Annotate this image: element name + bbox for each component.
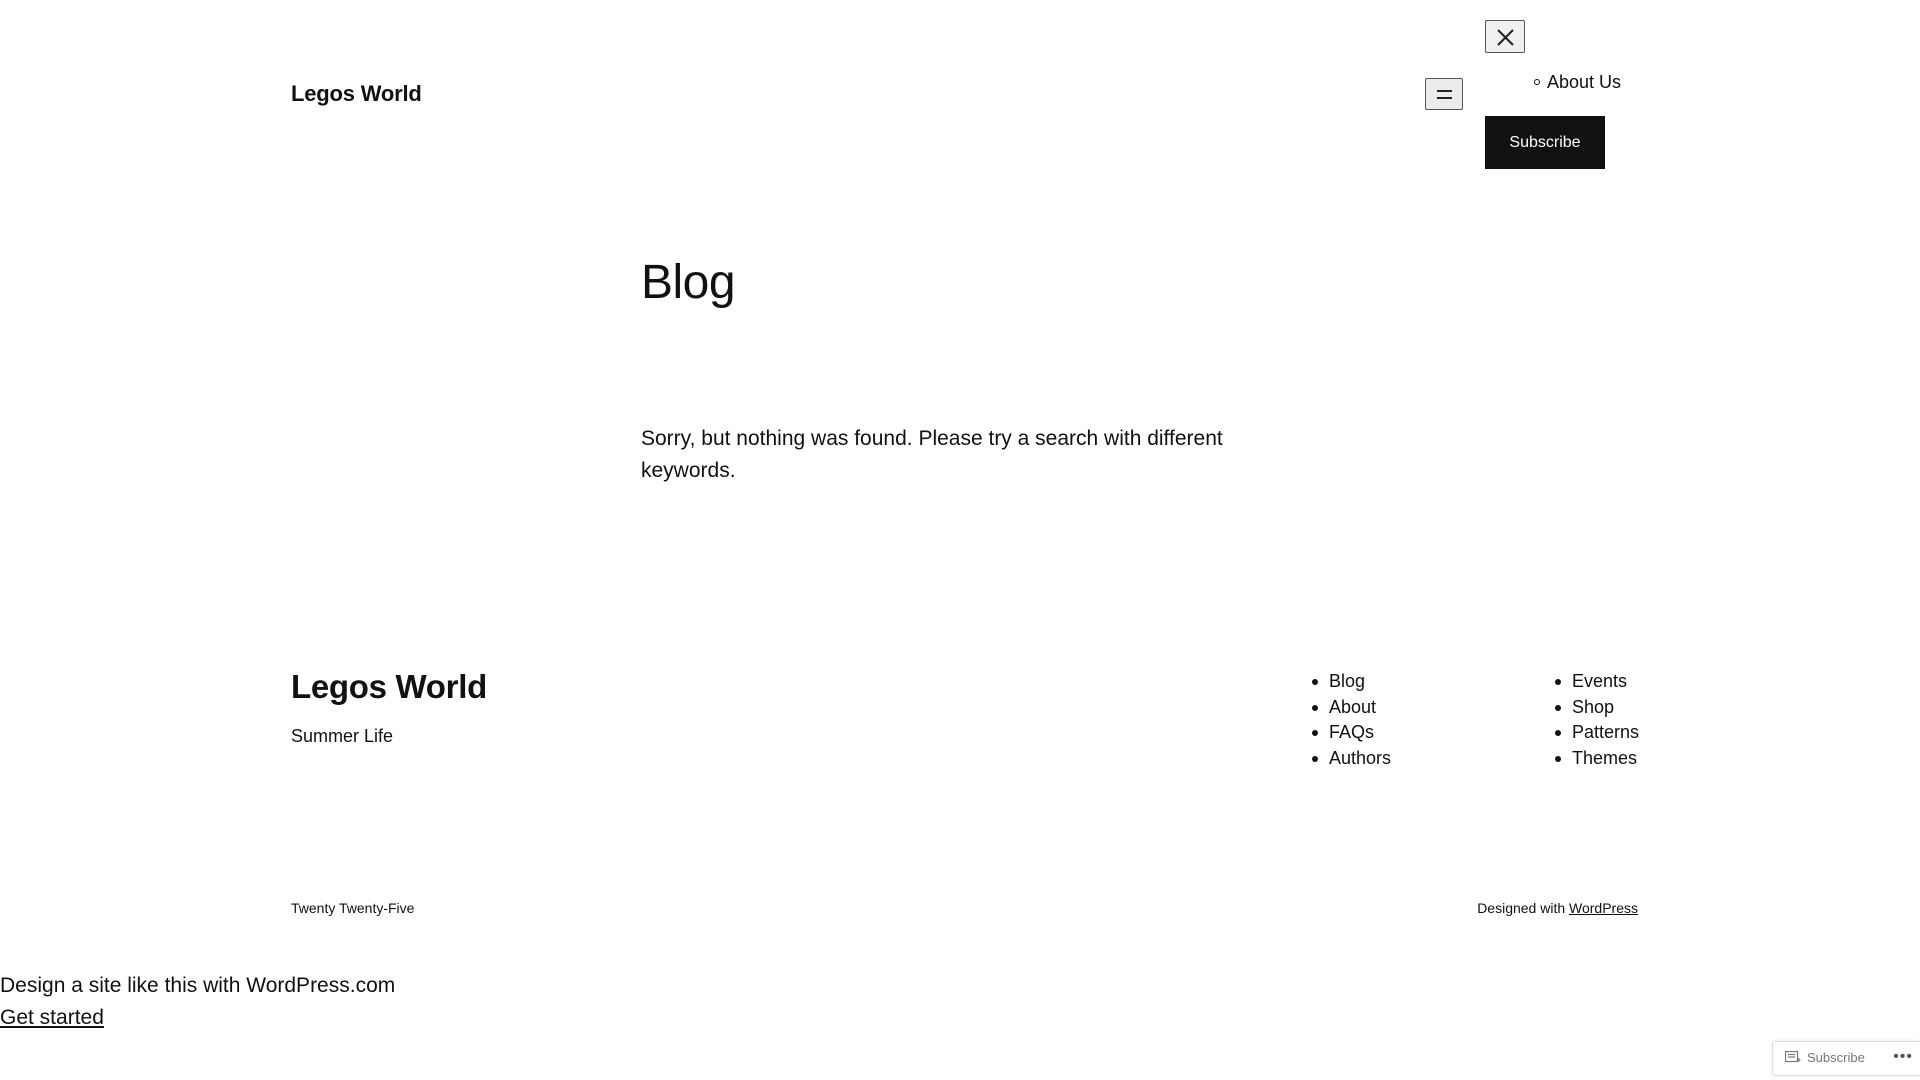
footer-nav-item-shop[interactable]: Shop — [1555, 695, 1639, 721]
list-bullet — [1555, 679, 1561, 685]
wordpress-promo-banner: Design a site like this with WordPress.c… — [0, 970, 395, 1034]
footer-site-title[interactable]: Legos World — [291, 668, 487, 706]
subscribe-button[interactable]: Subscribe — [1485, 116, 1605, 169]
footer-tagline: Summer Life — [291, 726, 394, 746]
footer-nav-column-2: Events Shop Patterns Themes — [1555, 669, 1640, 772]
footer-nav-label: Authors — [1329, 747, 1392, 768]
footer-nav-item-blog[interactable]: Blog — [1312, 669, 1391, 695]
footer-nav-label: Themes — [1572, 747, 1638, 768]
more-options-icon[interactable]: ••• — [1893, 1048, 1913, 1066]
action-bar-subscribe-label: Subscribe — [1807, 1050, 1865, 1065]
footer-nav-label: Shop — [1572, 696, 1615, 717]
list-bullet — [1555, 755, 1561, 762]
footer-nav-label: About — [1329, 696, 1377, 717]
promo-text: Design a site like this with WordPress.c… — [0, 974, 396, 997]
get-started-link[interactable]: Get started — [0, 1006, 104, 1029]
footer-nav-label: Blog — [1329, 671, 1366, 691]
list-bullet — [1534, 79, 1540, 85]
hamburger-menu-icon — [1437, 90, 1452, 92]
site-title[interactable]: Legos World — [291, 81, 422, 107]
footer-nav-label: Patterns — [1572, 722, 1640, 742]
footer-nav-item-about[interactable]: About — [1312, 695, 1391, 721]
list-bullet — [1555, 704, 1561, 711]
footer-nav-column-1: Blog About FAQs Authors — [1312, 669, 1392, 772]
list-bullet — [1555, 730, 1561, 736]
designed-with-credit: Designed with WordPress — [1477, 900, 1638, 916]
footer-nav-item-themes[interactable]: Themes — [1555, 746, 1639, 772]
reader-subscribe-icon — [1785, 1050, 1801, 1062]
footer-nav-label: Events — [1572, 671, 1628, 691]
list-bullet — [1312, 755, 1318, 762]
footer-nav-item-patterns[interactable]: Patterns — [1555, 720, 1640, 746]
close-icon — [1497, 29, 1514, 46]
action-bar-subscribe-button[interactable]: Subscribe — [1785, 1050, 1865, 1065]
floating-action-bar: Subscribe ••• — [1772, 1041, 1920, 1076]
hamburger-menu-icon-line — [1437, 97, 1452, 99]
list-bullet — [1312, 679, 1318, 685]
close-menu-button[interactable] — [1485, 20, 1525, 53]
footer-nav-item-events[interactable]: Events — [1555, 669, 1639, 695]
theme-name: Twenty Twenty-Five — [291, 900, 415, 916]
list-bullet — [1312, 730, 1318, 736]
nav-item-about-us[interactable]: About Us — [1534, 72, 1622, 93]
footer-nav-item-authors[interactable]: Authors — [1312, 746, 1392, 772]
wordpress-link[interactable]: WordPress — [1569, 900, 1638, 916]
designed-with-prefix: Designed with — [1477, 900, 1570, 916]
list-bullet — [1312, 704, 1318, 711]
footer-nav-label: FAQs — [1329, 722, 1375, 742]
nav-item-label: About Us — [1547, 72, 1622, 92]
page-title: Blog — [641, 256, 736, 309]
no-results-message: Sorry, but nothing was found. Please try… — [641, 427, 1223, 482]
footer-nav-item-faqs[interactable]: FAQs — [1312, 720, 1391, 746]
menu-toggle-button[interactable] — [1425, 78, 1463, 110]
